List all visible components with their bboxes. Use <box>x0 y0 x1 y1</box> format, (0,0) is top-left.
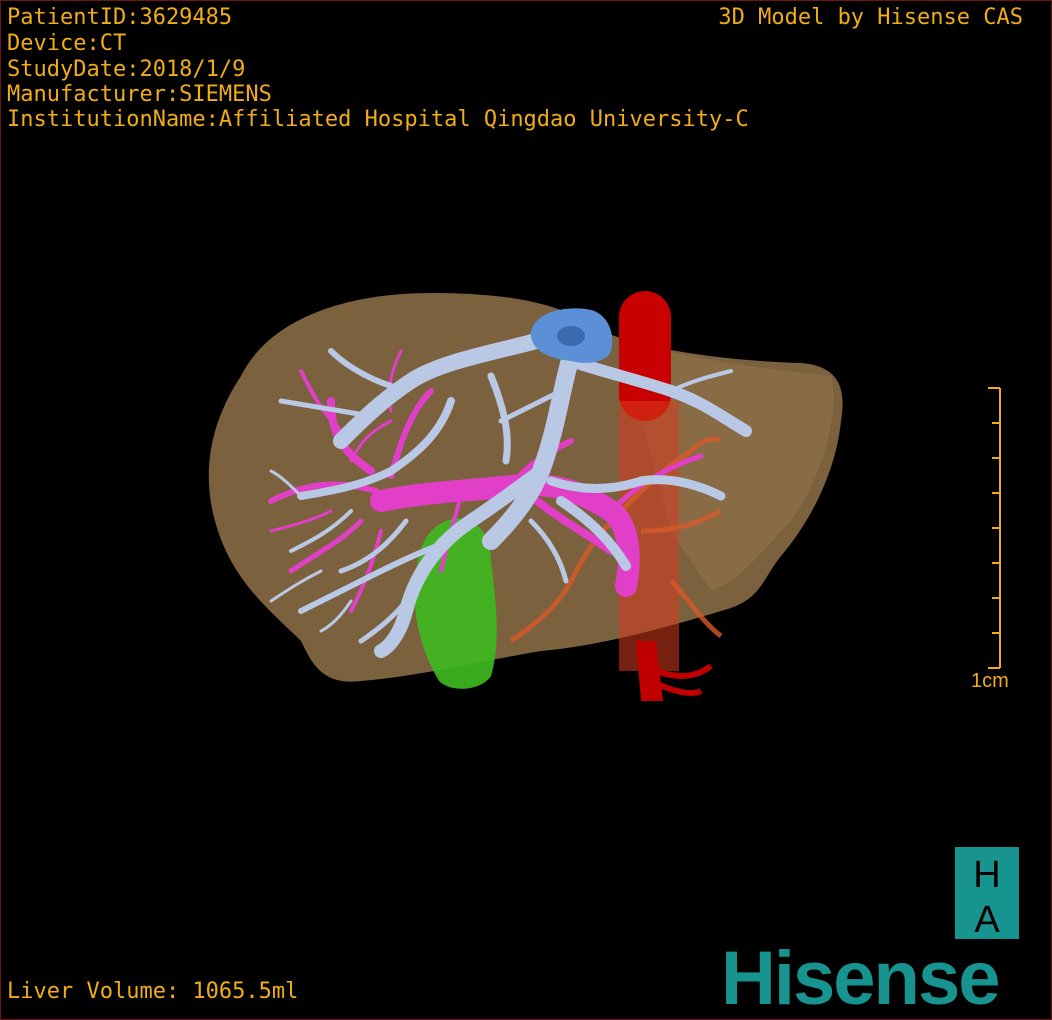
device-text: Device:CT <box>7 31 127 56</box>
patient-id-text: PatientID:3629485 <box>7 5 233 30</box>
scale-bar <box>988 387 1001 669</box>
hisense-wordmark: Hisense <box>721 936 1000 1020</box>
model-credit-text: 3D Model by Hisense CAS <box>718 5 1023 30</box>
confluence-shade <box>557 326 585 346</box>
manufacturer-text: Manufacturer:SIEMENS <box>7 82 272 107</box>
3d-viewport[interactable]: PatientID:3629485 Device:CT StudyDate:20… <box>0 0 1052 1020</box>
ha-logo-letter-a: A <box>974 899 1000 939</box>
ha-logo-icon: H A <box>955 847 1019 939</box>
ha-logo-letter-h: H <box>973 854 1000 896</box>
scale-label: 1cm <box>971 670 1009 692</box>
liver-volume-text: Liver Volume: 1065.5ml <box>7 979 299 1004</box>
institution-text: InstitutionName:Affiliated Hospital Qing… <box>7 107 749 132</box>
liver-3d-model[interactable] <box>201 281 861 711</box>
study-date-text: StudyDate:2018/1/9 <box>7 57 246 82</box>
